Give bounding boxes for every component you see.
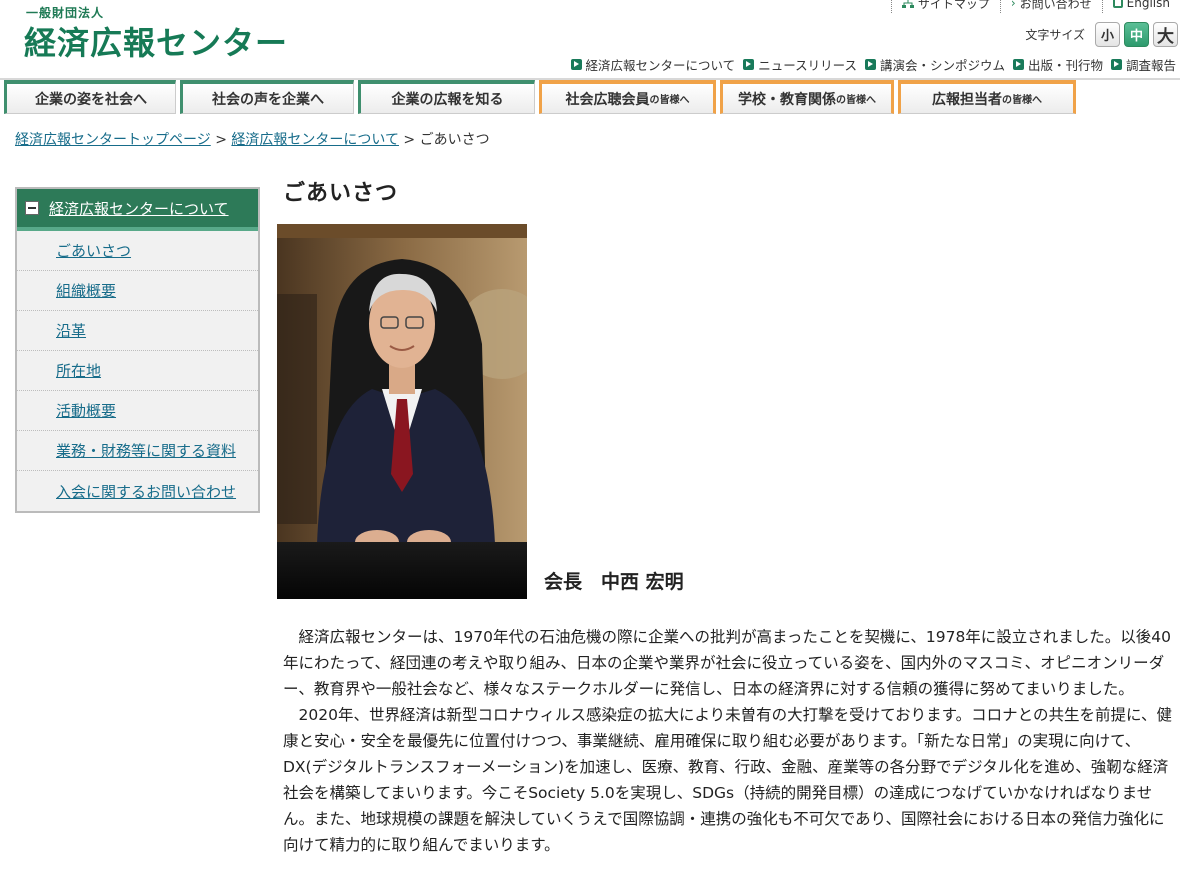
breadcrumb-separator: > bbox=[403, 132, 416, 148]
sidebar-link[interactable]: 業務・財務等に関する資料 bbox=[56, 440, 236, 461]
utility-links: サイトマップ › お問い合わせ English bbox=[890, 0, 1180, 13]
arrow-right-icon bbox=[1110, 59, 1122, 70]
sidebar-item-activities: 活動概要 bbox=[17, 391, 258, 431]
sidebar-link[interactable]: 沿革 bbox=[56, 320, 86, 341]
chairman-photo bbox=[277, 224, 527, 599]
breadcrumb: 経済広報センタートップページ > 経済広報センターについて > ごあいさつ bbox=[15, 129, 490, 149]
breadcrumb-home[interactable]: 経済広報センタートップページ bbox=[15, 132, 211, 148]
arrow-icon: › bbox=[1010, 0, 1016, 10]
font-size-medium-button[interactable]: 中 bbox=[1124, 22, 1149, 47]
font-size-switcher: 文字サイズ 小 中 大 bbox=[1025, 22, 1178, 47]
gnav-tab-members[interactable]: 社会広聴会員 の皆様へ bbox=[539, 80, 716, 114]
sidebar-item-greeting: ごあいさつ bbox=[17, 231, 258, 271]
subnav-news[interactable]: ニュースリリース bbox=[743, 55, 857, 74]
global-navigation: 企業の姿を社会へ 社会の声を企業へ 企業の広報を知る 社会広聴会員 の皆様へ 学校… bbox=[4, 80, 1076, 114]
subnav-label: 出版・刊行物 bbox=[1027, 58, 1103, 73]
breadcrumb-separator: > bbox=[215, 132, 227, 148]
photo-caption: 会長 中西 宏明 bbox=[544, 571, 684, 593]
subnav-label: 経済広報センターについて bbox=[585, 58, 736, 73]
sidebar-item-financial-docs: 業務・財務等に関する資料 bbox=[17, 431, 258, 471]
collapse-icon[interactable] bbox=[25, 201, 39, 215]
gnav-suffix: の皆様へ bbox=[1002, 95, 1042, 106]
document-icon bbox=[1112, 0, 1123, 8]
arrow-right-icon bbox=[864, 59, 876, 70]
arrow-right-icon bbox=[570, 59, 582, 70]
gnav-label: 社会の声を企業へ bbox=[212, 91, 324, 108]
sidebar-item-organization: 組織概要 bbox=[17, 271, 258, 311]
english-label: English bbox=[1126, 0, 1170, 10]
sitemap-icon bbox=[901, 0, 914, 8]
gnav-tab-education[interactable]: 学校・教育関係 の皆様へ bbox=[720, 80, 894, 114]
subnav-lectures[interactable]: 講演会・シンポジウム bbox=[864, 55, 1005, 74]
gnav-tab-company-to-society[interactable]: 企業の姿を社会へ bbox=[4, 80, 176, 114]
subnav-label: 調査報告 bbox=[1125, 58, 1176, 73]
sidebar-link[interactable]: 活動概要 bbox=[56, 400, 116, 421]
sidebar-item-history: 沿革 bbox=[17, 311, 258, 351]
subnav-label: 講演会・シンポジウム bbox=[879, 58, 1005, 73]
contact-link[interactable]: › お問い合わせ bbox=[999, 0, 1102, 13]
breadcrumb-current: ごあいさつ bbox=[419, 132, 490, 148]
subnav-about[interactable]: 経済広報センターについて bbox=[570, 55, 736, 74]
sidebar-heading-link[interactable]: 経済広報センターについて bbox=[49, 198, 229, 219]
sidebar-item-location: 所在地 bbox=[17, 351, 258, 391]
breadcrumb-parent[interactable]: 経済広報センターについて bbox=[231, 132, 399, 148]
gnav-label: 社会広聴会員 bbox=[565, 91, 650, 108]
sidebar-link[interactable]: 入会に関するお問い合わせ bbox=[56, 481, 236, 502]
gnav-label: 企業の広報を知る bbox=[391, 91, 504, 108]
sitemap-label: サイトマップ bbox=[917, 0, 990, 11]
sitemap-link[interactable]: サイトマップ bbox=[890, 0, 1000, 13]
sidebar-link[interactable]: ごあいさつ bbox=[56, 240, 131, 261]
arrow-right-icon bbox=[1012, 59, 1024, 70]
sidebar-link[interactable]: 組織概要 bbox=[56, 280, 116, 301]
subnav-surveys[interactable]: 調査報告 bbox=[1110, 55, 1176, 74]
gnav-label: 企業の姿を社会へ bbox=[35, 91, 147, 108]
subnav-publications[interactable]: 出版・刊行物 bbox=[1012, 55, 1103, 74]
contact-label: お問い合わせ bbox=[1019, 0, 1092, 11]
font-size-small-button[interactable]: 小 bbox=[1095, 22, 1120, 47]
gnav-tab-corporate-pr[interactable]: 企業の広報を知る bbox=[358, 80, 535, 114]
font-size-large-button[interactable]: 大 bbox=[1153, 22, 1178, 47]
greeting-paragraph: 2020年、世界経済は新型コロナウィルス感染症の拡大により未曽有の大打撃を受けて… bbox=[283, 706, 1173, 854]
english-link[interactable]: English bbox=[1101, 0, 1180, 13]
greeting-paragraph: 経済広報センターは、1970年代の石油危機の際に企業への批判が高まったことを契機… bbox=[283, 628, 1172, 698]
sidebar-heading: 経済広報センターについて bbox=[17, 189, 258, 231]
sidebar-link[interactable]: 所在地 bbox=[56, 360, 101, 381]
arrow-right-icon bbox=[743, 59, 755, 70]
gnav-label: 広報担当者 bbox=[932, 91, 1002, 108]
font-size-label: 文字サイズ bbox=[1025, 28, 1085, 42]
chairman-portrait-image bbox=[277, 224, 527, 599]
greeting-body: 経済広報センターは、1970年代の石油危機の際に企業への批判が高まったことを契機… bbox=[283, 624, 1173, 858]
sidebar: 経済広報センターについて ごあいさつ 組織概要 沿革 所在地 活動概要 業務・財… bbox=[15, 187, 260, 513]
sub-navigation: 経済広報センターについて ニュースリリース 講演会・シンポジウム 出版・刊行物 … bbox=[570, 55, 1176, 74]
sidebar-item-membership: 入会に関するお問い合わせ bbox=[17, 471, 258, 511]
gnav-suffix: の皆様へ bbox=[836, 95, 876, 106]
gnav-label: 学校・教育関係 bbox=[738, 91, 836, 108]
gnav-tab-pr-staff[interactable]: 広報担当者 の皆様へ bbox=[898, 80, 1076, 114]
subnav-label: ニュースリリース bbox=[758, 58, 857, 73]
gnav-tab-society-to-company[interactable]: 社会の声を企業へ bbox=[180, 80, 354, 114]
page-title: ごあいさつ bbox=[283, 181, 399, 206]
gnav-suffix: の皆様へ bbox=[649, 95, 690, 106]
site-logo[interactable]: 経済広報センター bbox=[24, 18, 288, 64]
